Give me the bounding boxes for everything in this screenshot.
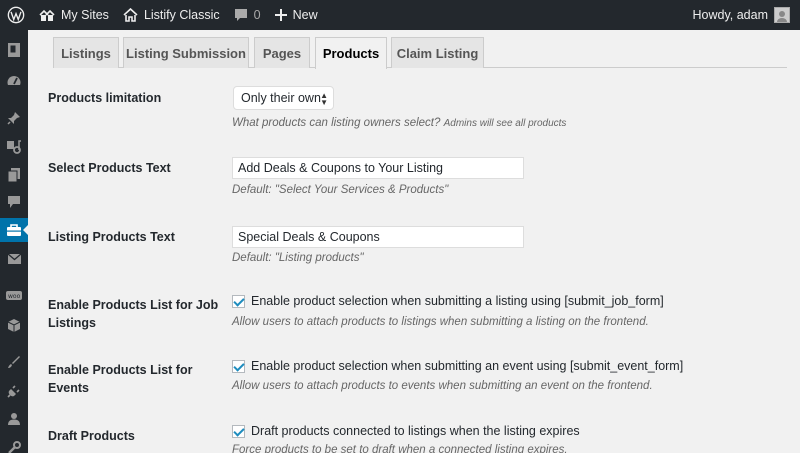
users-icon xyxy=(7,412,21,426)
sidebar-item-pages[interactable] xyxy=(0,162,28,186)
products-limitation-label: Products limitation xyxy=(48,91,162,105)
my-sites-icon xyxy=(39,8,55,22)
sidebar-item-woocommerce[interactable]: woo xyxy=(0,284,28,308)
tab-pages[interactable]: Pages xyxy=(254,37,310,68)
tab-listings[interactable]: Listings xyxy=(53,37,119,68)
pin-icon xyxy=(7,111,21,125)
products-limitation-desc-text: What products can listing owners select? xyxy=(232,117,441,129)
account-menu[interactable]: Howdy, adam xyxy=(693,0,800,30)
sidebar-item-media[interactable] xyxy=(0,135,28,159)
wp-logo-icon xyxy=(7,42,21,58)
enable-job-listings-option[interactable]: Enable product selection when submitting… xyxy=(232,294,664,308)
enable-job-listings-checkbox[interactable] xyxy=(232,294,245,308)
plugins-icon xyxy=(7,384,21,398)
sidebar-item-users[interactable] xyxy=(0,407,28,431)
listing-products-text-label: Listing Products Text xyxy=(48,230,175,244)
comments-icon xyxy=(7,195,21,209)
site-name-label: Listify Classic xyxy=(143,8,220,22)
draft-products-description: Force products to be set to draft when a… xyxy=(232,444,568,453)
sidebar-item-listings[interactable] xyxy=(0,218,29,242)
select-products-text-description: Default: "Select Your Services & Product… xyxy=(232,184,449,196)
listing-products-text-description: Default: "Listing products" xyxy=(232,252,364,264)
products-icon xyxy=(7,318,21,333)
enable-events-checkbox-label: Enable product selection when submitting… xyxy=(251,359,684,373)
sidebar-item-dashboard[interactable] xyxy=(0,68,28,92)
draft-products-checkbox[interactable] xyxy=(232,424,245,438)
sidebar-item-plugins[interactable] xyxy=(0,379,28,403)
wordpress-logo-icon xyxy=(7,6,25,24)
media-icon xyxy=(6,140,22,154)
avatar xyxy=(774,7,790,23)
site-name-menu[interactable]: Listify Classic xyxy=(116,0,227,30)
settings-page: Listings Listing Submission Pages Produc… xyxy=(28,30,800,453)
sidebar-item-tools[interactable] xyxy=(0,436,28,453)
draft-products-option[interactable]: Draft products connected to listings whe… xyxy=(232,424,580,438)
products-limitation-value: Only their own xyxy=(241,91,321,105)
home-icon xyxy=(123,8,138,22)
sidebar-item-mail[interactable] xyxy=(0,247,28,271)
listing-products-text-input[interactable]: Special Deals & Coupons xyxy=(232,226,524,248)
wp-logo-menu[interactable] xyxy=(0,0,32,30)
sidebar-item-posts[interactable] xyxy=(0,106,28,130)
enable-events-label: Enable Products List for Events xyxy=(48,363,193,395)
settings-tabs: Listings Listing Submission Pages Produc… xyxy=(53,37,787,69)
products-limitation-desc-note: Admins will see all products xyxy=(443,118,567,129)
sidebar-item-site[interactable] xyxy=(0,38,28,62)
tools-icon xyxy=(7,441,21,453)
enable-job-listings-description: Allow users to attach products to listin… xyxy=(232,316,649,328)
new-label: New xyxy=(292,8,318,22)
products-limitation-description: What products can listing owners select?… xyxy=(232,117,566,129)
select-products-text-input[interactable]: Add Deals & Coupons to Your Listing xyxy=(232,157,524,179)
svg-text:woo: woo xyxy=(8,293,21,300)
products-limitation-select[interactable]: Only their own ▲ ▼ xyxy=(233,86,334,110)
select-products-text-label: Select Products Text xyxy=(48,161,171,175)
dashboard-icon xyxy=(6,73,22,87)
draft-products-label: Draft Products xyxy=(48,429,135,443)
pages-icon xyxy=(7,167,21,182)
comments-menu[interactable]: 0 xyxy=(227,0,268,30)
admin-sidebar: woo xyxy=(0,30,29,453)
tab-claim-listing[interactable]: Claim Listing xyxy=(391,37,484,68)
sidebar-item-products[interactable] xyxy=(0,313,28,337)
enable-events-checkbox[interactable] xyxy=(232,359,245,373)
comments-count: 0 xyxy=(253,8,261,22)
admin-bar: My Sites Listify Classic 0 New Howdy, ad… xyxy=(0,0,800,30)
howdy-label: Howdy, adam xyxy=(692,8,769,22)
enable-events-option[interactable]: Enable product selection when submitting… xyxy=(232,359,683,373)
listings-icon xyxy=(6,223,22,237)
enable-job-listings-checkbox-label: Enable product selection when submitting… xyxy=(251,294,664,308)
select-arrows-icon: ▲ ▼ xyxy=(320,91,328,107)
plus-icon xyxy=(274,9,287,21)
new-content-menu[interactable]: New xyxy=(268,0,325,30)
appearance-icon xyxy=(7,355,21,369)
tab-listing-submission[interactable]: Listing Submission xyxy=(123,37,249,68)
enable-events-description: Allow users to attach products to events… xyxy=(232,380,653,392)
my-sites-label: My Sites xyxy=(61,8,109,22)
sidebar-item-appearance[interactable] xyxy=(0,350,28,374)
tab-products[interactable]: Products xyxy=(315,37,387,69)
woocommerce-icon: woo xyxy=(5,290,23,302)
comment-icon xyxy=(234,8,248,22)
mail-icon xyxy=(7,253,22,265)
enable-job-listings-label: Enable Products List for Job Listings xyxy=(48,298,219,330)
draft-products-checkbox-label: Draft products connected to listings whe… xyxy=(251,424,580,438)
sidebar-item-comments[interactable] xyxy=(0,190,28,214)
my-sites-menu[interactable]: My Sites xyxy=(32,0,116,30)
